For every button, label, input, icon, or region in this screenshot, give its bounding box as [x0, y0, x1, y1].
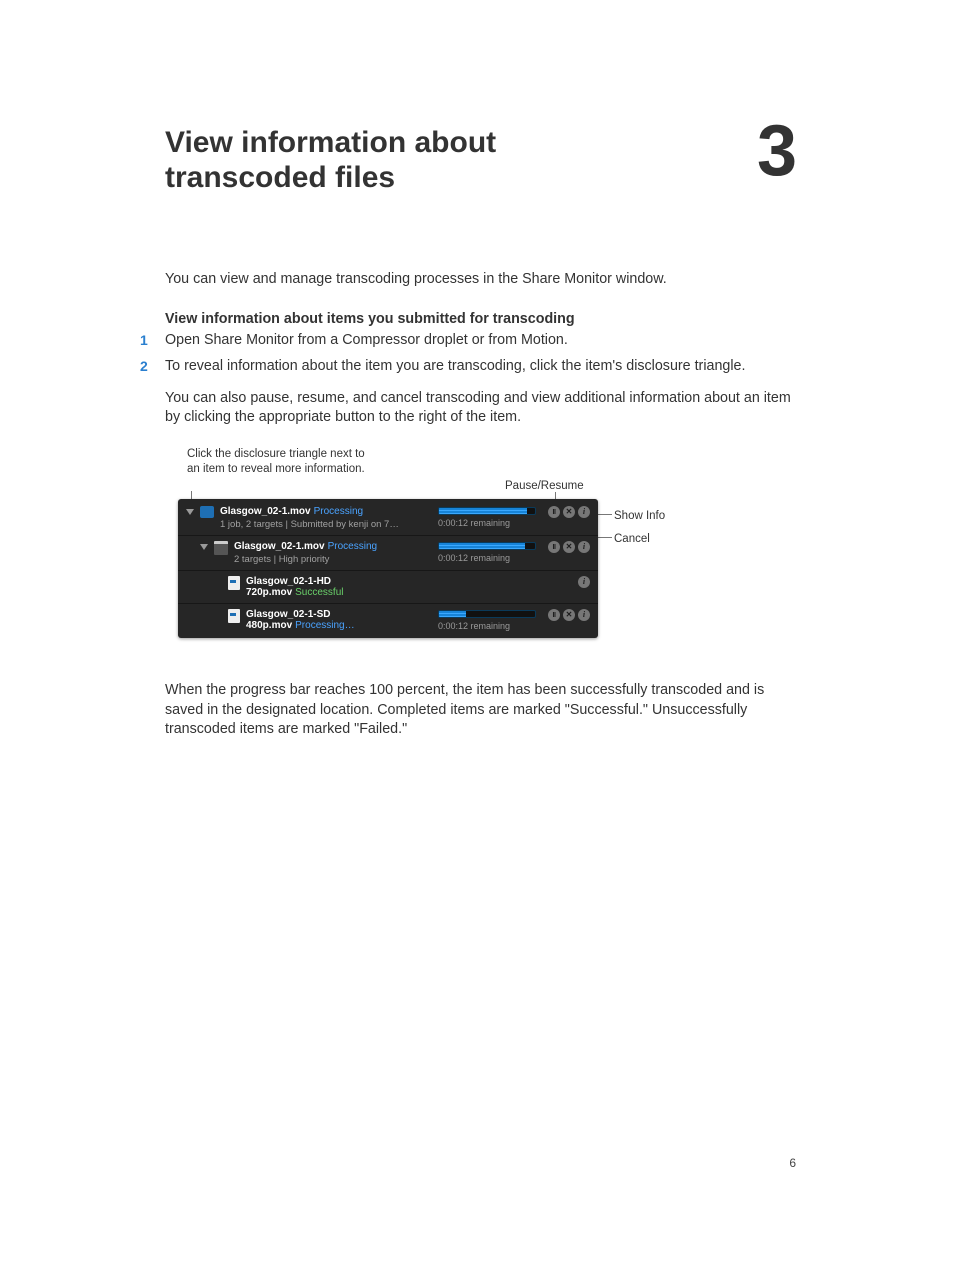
section-title: View information about items you submitt… — [165, 311, 795, 327]
row-subtext: 2 targets | High priority — [234, 554, 428, 565]
clap-icon — [214, 541, 228, 555]
cancel-button[interactable] — [563, 541, 575, 553]
status-text: Processing — [328, 541, 377, 552]
row-buttons — [540, 506, 590, 518]
time-remaining: 0:00:12 remaining — [438, 621, 534, 631]
row-buttons — [540, 609, 590, 621]
filename: Glasgow_02-1.mov — [234, 541, 325, 552]
progress-column — [438, 576, 534, 577]
cancel-button[interactable] — [563, 506, 575, 518]
disclosure-triangle-icon[interactable] — [200, 544, 208, 550]
row-label: Glasgow_02-1.movProcessing 1 job, 2 targe… — [220, 506, 432, 530]
progress-column: 0:00:12 remaining — [438, 609, 534, 631]
step-1: Open Share Monitor from a Compressor dro… — [165, 331, 795, 350]
row-subtext: 1 job, 2 targets | Submitted by kenji on… — [220, 519, 428, 530]
pause-button[interactable] — [548, 541, 560, 553]
time-remaining: 0:00:12 remaining — [438, 518, 534, 528]
pause-button[interactable] — [548, 609, 560, 621]
filename: Glasgow_02-1.mov — [220, 506, 311, 517]
callout-cancel: Cancel — [614, 532, 650, 547]
pause-button[interactable] — [548, 506, 560, 518]
cancel-button[interactable] — [563, 609, 575, 621]
progress-column: 0:00:12 remaining — [438, 541, 534, 563]
intro-paragraph: You can view and manage transcoding proc… — [165, 270, 795, 289]
followup-paragraph: You can also pause, resume, and cancel t… — [165, 389, 795, 428]
callout-pause-resume: Pause/Resume — [505, 479, 584, 494]
row-buttons — [540, 541, 590, 553]
callout-show-info: Show Info — [614, 509, 665, 524]
row-buttons — [540, 576, 590, 588]
transcode-row[interactable]: Glasgow_02-1-SD 480p.movProcessing… 0:00:… — [178, 603, 598, 636]
status-text: Successful — [295, 587, 343, 598]
chapter-heading-row: View information about transcoded files … — [165, 125, 795, 196]
disclosure-triangle-icon[interactable] — [186, 509, 194, 515]
transcode-row[interactable]: Glasgow_02-1.movProcessing 2 targets | Hi… — [178, 535, 598, 570]
status-text: Processing… — [295, 620, 354, 631]
info-button[interactable] — [578, 506, 590, 518]
page-number: 6 — [789, 1156, 796, 1170]
transcode-row[interactable]: Glasgow_02-1-HD 720p.movSuccessful — [178, 570, 598, 603]
chapter-title: View information about transcoded files — [165, 125, 605, 196]
info-button[interactable] — [578, 609, 590, 621]
chapter-number: 3 — [757, 121, 795, 182]
info-button[interactable] — [578, 541, 590, 553]
folder-icon — [200, 506, 214, 518]
row-label: Glasgow_02-1-SD 480p.movProcessing… — [246, 609, 432, 631]
time-remaining: 0:00:12 remaining — [438, 553, 534, 563]
progress-bar — [438, 507, 536, 515]
progress-bar — [438, 542, 536, 550]
share-monitor-panel: Glasgow_02-1.movProcessing1 job, 2 targe… — [178, 499, 598, 638]
page-icon — [228, 609, 240, 623]
status-text: Processing — [314, 506, 363, 517]
step-2: To reveal information about the item you… — [165, 357, 795, 376]
after-figure-paragraph: When the progress bar reaches 100 percen… — [165, 681, 795, 739]
page-icon — [228, 576, 240, 590]
content-column: View information about transcoded files … — [165, 125, 795, 739]
callout-disclosure: Click the disclosure triangle next to an… — [187, 447, 367, 477]
info-button[interactable] — [578, 576, 590, 588]
row-label: Glasgow_02-1.movProcessing 2 targets | Hi… — [234, 541, 432, 565]
progress-bar — [438, 610, 536, 618]
share-monitor-figure: Click the disclosure triangle next to an… — [165, 447, 795, 657]
row-label: Glasgow_02-1-HD 720p.movSuccessful — [246, 576, 432, 598]
progress-column: 0:00:12 remaining — [438, 506, 534, 528]
steps-list: Open Share Monitor from a Compressor dro… — [165, 331, 795, 377]
document-page: View information about transcoded files … — [0, 0, 954, 1265]
transcode-row[interactable]: Glasgow_02-1.movProcessing 1 job, 2 targe… — [178, 501, 598, 535]
